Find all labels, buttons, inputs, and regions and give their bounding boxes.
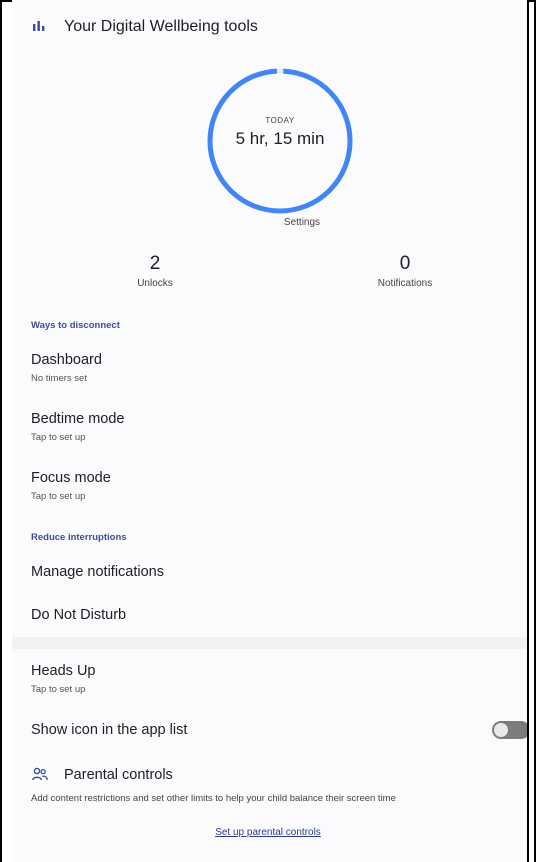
show-icon-toggle[interactable]: [492, 721, 527, 739]
focus-mode-item[interactable]: Focus mode Tap to set up: [12, 468, 527, 514]
heads-up-subtitle: Tap to set up: [31, 684, 86, 695]
manage-notifications-title: Manage notifications: [31, 564, 164, 580]
wellbeing-panel: Your Digital Wellbeing tools TODAY 5 hr,…: [12, 0, 527, 862]
heads-up-item[interactable]: Heads Up Tap to set up: [12, 661, 527, 707]
setup-parental-controls-link[interactable]: Set up parental controls: [0, 827, 536, 838]
bedtime-mode-item[interactable]: Bedtime mode Tap to set up: [12, 409, 527, 455]
bedtime-mode-subtitle: Tap to set up: [31, 432, 86, 443]
notifications-label: Notifications: [377, 278, 433, 289]
header: Your Digital Wellbeing tools: [12, 0, 527, 56]
focus-mode-title: Focus mode: [31, 470, 111, 486]
notifications-value: 0: [399, 253, 411, 274]
frame-edge: [527, 0, 529, 862]
parental-controls-title[interactable]: Parental controls: [64, 767, 173, 783]
unlocks-stat: 2 Unlocks: [95, 253, 215, 289]
total-screen-time: 5 hr, 15 min: [235, 129, 325, 148]
page-title: Your Digital Wellbeing tools: [64, 18, 258, 35]
today-label: TODAY: [265, 116, 295, 125]
dashboard-title: Dashboard: [31, 352, 102, 368]
show-icon-item[interactable]: Show icon in the app list: [12, 720, 527, 744]
unlocks-value: 2: [149, 253, 161, 274]
manage-notifications-item[interactable]: Manage notifications: [12, 562, 527, 592]
bedtime-mode-title: Bedtime mode: [31, 411, 125, 427]
dashboard-item[interactable]: Dashboard No timers set: [12, 350, 527, 396]
ring-settings-label[interactable]: Settings: [252, 217, 352, 228]
heads-up-title: Heads Up: [31, 663, 96, 679]
toggle-knob: [494, 723, 508, 737]
notifications-stat: 0 Notifications: [345, 253, 465, 289]
dashboard-subtitle: No timers set: [31, 373, 87, 384]
bar-chart-icon: [33, 21, 45, 31]
do-not-disturb-item[interactable]: Do Not Disturb: [12, 605, 527, 635]
focus-mode-subtitle: Tap to set up: [31, 491, 86, 502]
section-divider: [12, 637, 527, 649]
unlocks-label: Unlocks: [137, 278, 173, 289]
parental-controls-description: Add content restrictions and set other l…: [31, 793, 396, 804]
show-icon-title: Show icon in the app list: [31, 722, 188, 738]
do-not-disturb-title: Do Not Disturb: [31, 607, 127, 623]
section-reduce-interruptions: Reduce interruptions: [31, 532, 127, 543]
section-ways-to-disconnect: Ways to disconnect: [31, 320, 120, 331]
people-icon: [32, 767, 48, 781]
